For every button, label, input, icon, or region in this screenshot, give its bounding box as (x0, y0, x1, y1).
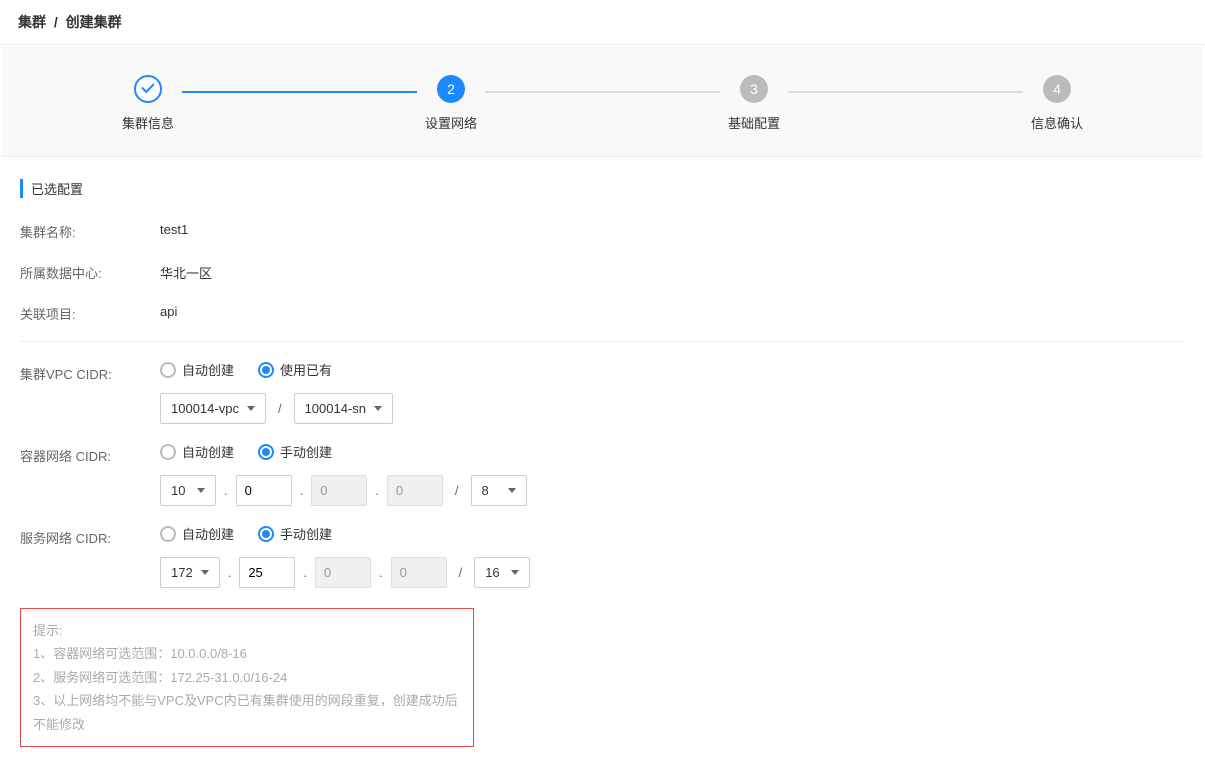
radio-container-manual[interactable]: 手动创建 (258, 442, 332, 461)
stepper: 集群信息 2 设置网络 3 基础配置 4 信息确认 (2, 47, 1203, 157)
container-mask[interactable]: 8 (471, 475, 527, 506)
hint-line-3: 3、以上网络均不能与VPC及VPC内已有集群使用的网段重复，创建成功后不能修改 (33, 689, 461, 736)
step-line (182, 91, 417, 93)
hint-line-1: 1、容器网络可选范围：10.0.0.0/8-16 (33, 642, 461, 665)
row-service-cidr: 服务网络 CIDR: 自动创建 手动创建 172 . . (20, 524, 1185, 588)
step-4[interactable]: 4 信息确认 (1031, 75, 1083, 132)
row-cluster-name: 集群名称: test1 (20, 218, 1185, 241)
service-cidr-row: 172 . . . / 16 (160, 557, 530, 588)
service-oct1[interactable]: 172 (160, 557, 220, 588)
radio-icon (258, 362, 274, 378)
label-cluster-name: 集群名称: (20, 218, 160, 241)
service-oct2[interactable] (239, 557, 295, 588)
check-icon (134, 75, 162, 103)
radio-icon (160, 362, 176, 378)
row-container-cidr: 容器网络 CIDR: 自动创建 手动创建 10 . . (20, 442, 1185, 506)
service-radio-group: 自动创建 手动创建 (160, 524, 530, 543)
breadcrumb-current: 创建集群 (66, 14, 122, 30)
chevron-down-icon (374, 406, 382, 411)
hint-line-2: 2、服务网络可选范围：172.25-31.0.0/16-24 (33, 666, 461, 689)
hint-box: 提示: 1、容器网络可选范围：10.0.0.0/8-16 2、服务网络可选范围：… (20, 608, 474, 747)
container-oct3 (311, 475, 367, 506)
breadcrumb-parent[interactable]: 集群 (18, 14, 46, 30)
label-datacenter: 所属数据中心: (20, 259, 160, 282)
step-1[interactable]: 集群信息 (122, 75, 174, 132)
breadcrumb-sep: / (54, 14, 58, 30)
container-radio-group: 自动创建 手动创建 (160, 442, 527, 461)
service-mask[interactable]: 16 (474, 557, 530, 588)
chevron-down-icon (247, 406, 255, 411)
service-oct4 (391, 557, 447, 588)
value-project: api (160, 300, 177, 319)
radio-service-manual[interactable]: 手动创建 (258, 524, 332, 543)
step-line (788, 91, 1023, 93)
container-oct4 (387, 475, 443, 506)
radio-container-auto[interactable]: 自动创建 (160, 442, 234, 461)
container-oct1[interactable]: 10 (160, 475, 216, 506)
label-container-cidr: 容器网络 CIDR: (20, 442, 160, 465)
radio-icon (160, 526, 176, 542)
container-oct2[interactable] (236, 475, 292, 506)
divider (20, 341, 1185, 342)
chevron-down-icon (201, 570, 209, 575)
step-circle: 3 (740, 75, 768, 103)
chevron-down-icon (511, 570, 519, 575)
select-vpc[interactable]: 100014-vpc (160, 393, 266, 424)
radio-vpc-exist[interactable]: 使用已有 (258, 360, 332, 379)
value-datacenter: 华北一区 (160, 259, 212, 282)
content: 已选配置 集群名称: test1 所属数据中心: 华北一区 关联项目: api … (0, 159, 1205, 767)
radio-icon (258, 526, 274, 542)
radio-icon (160, 444, 176, 460)
container-cidr-row: 10 . . . / 8 (160, 475, 527, 506)
chevron-down-icon (508, 488, 516, 493)
step-circle: 4 (1043, 75, 1071, 103)
radio-vpc-auto[interactable]: 自动创建 (160, 360, 234, 379)
breadcrumb: 集群 / 创建集群 (0, 0, 1205, 45)
label-vpc-cidr: 集群VPC CIDR: (20, 360, 160, 383)
select-subnet[interactable]: 100014-sn (294, 393, 393, 424)
hint-title: 提示: (33, 619, 461, 642)
chevron-down-icon (197, 488, 205, 493)
section-title: 已选配置 (20, 179, 1185, 198)
step-circle: 2 (437, 75, 465, 103)
label-project: 关联项目: (20, 300, 160, 323)
radio-service-auto[interactable]: 自动创建 (160, 524, 234, 543)
slash: / (278, 401, 282, 416)
step-line (485, 91, 720, 93)
step-2[interactable]: 2 设置网络 (425, 75, 477, 132)
row-project: 关联项目: api (20, 300, 1185, 323)
row-datacenter: 所属数据中心: 华北一区 (20, 259, 1185, 282)
vpc-select-row: 100014-vpc / 100014-sn (160, 393, 393, 424)
radio-icon (258, 444, 274, 460)
vpc-radio-group: 自动创建 使用已有 (160, 360, 393, 379)
service-oct3 (315, 557, 371, 588)
row-vpc-cidr: 集群VPC CIDR: 自动创建 使用已有 100014-vpc / (20, 360, 1185, 424)
value-cluster-name: test1 (160, 218, 188, 237)
label-service-cidr: 服务网络 CIDR: (20, 524, 160, 547)
step-3[interactable]: 3 基础配置 (728, 75, 780, 132)
